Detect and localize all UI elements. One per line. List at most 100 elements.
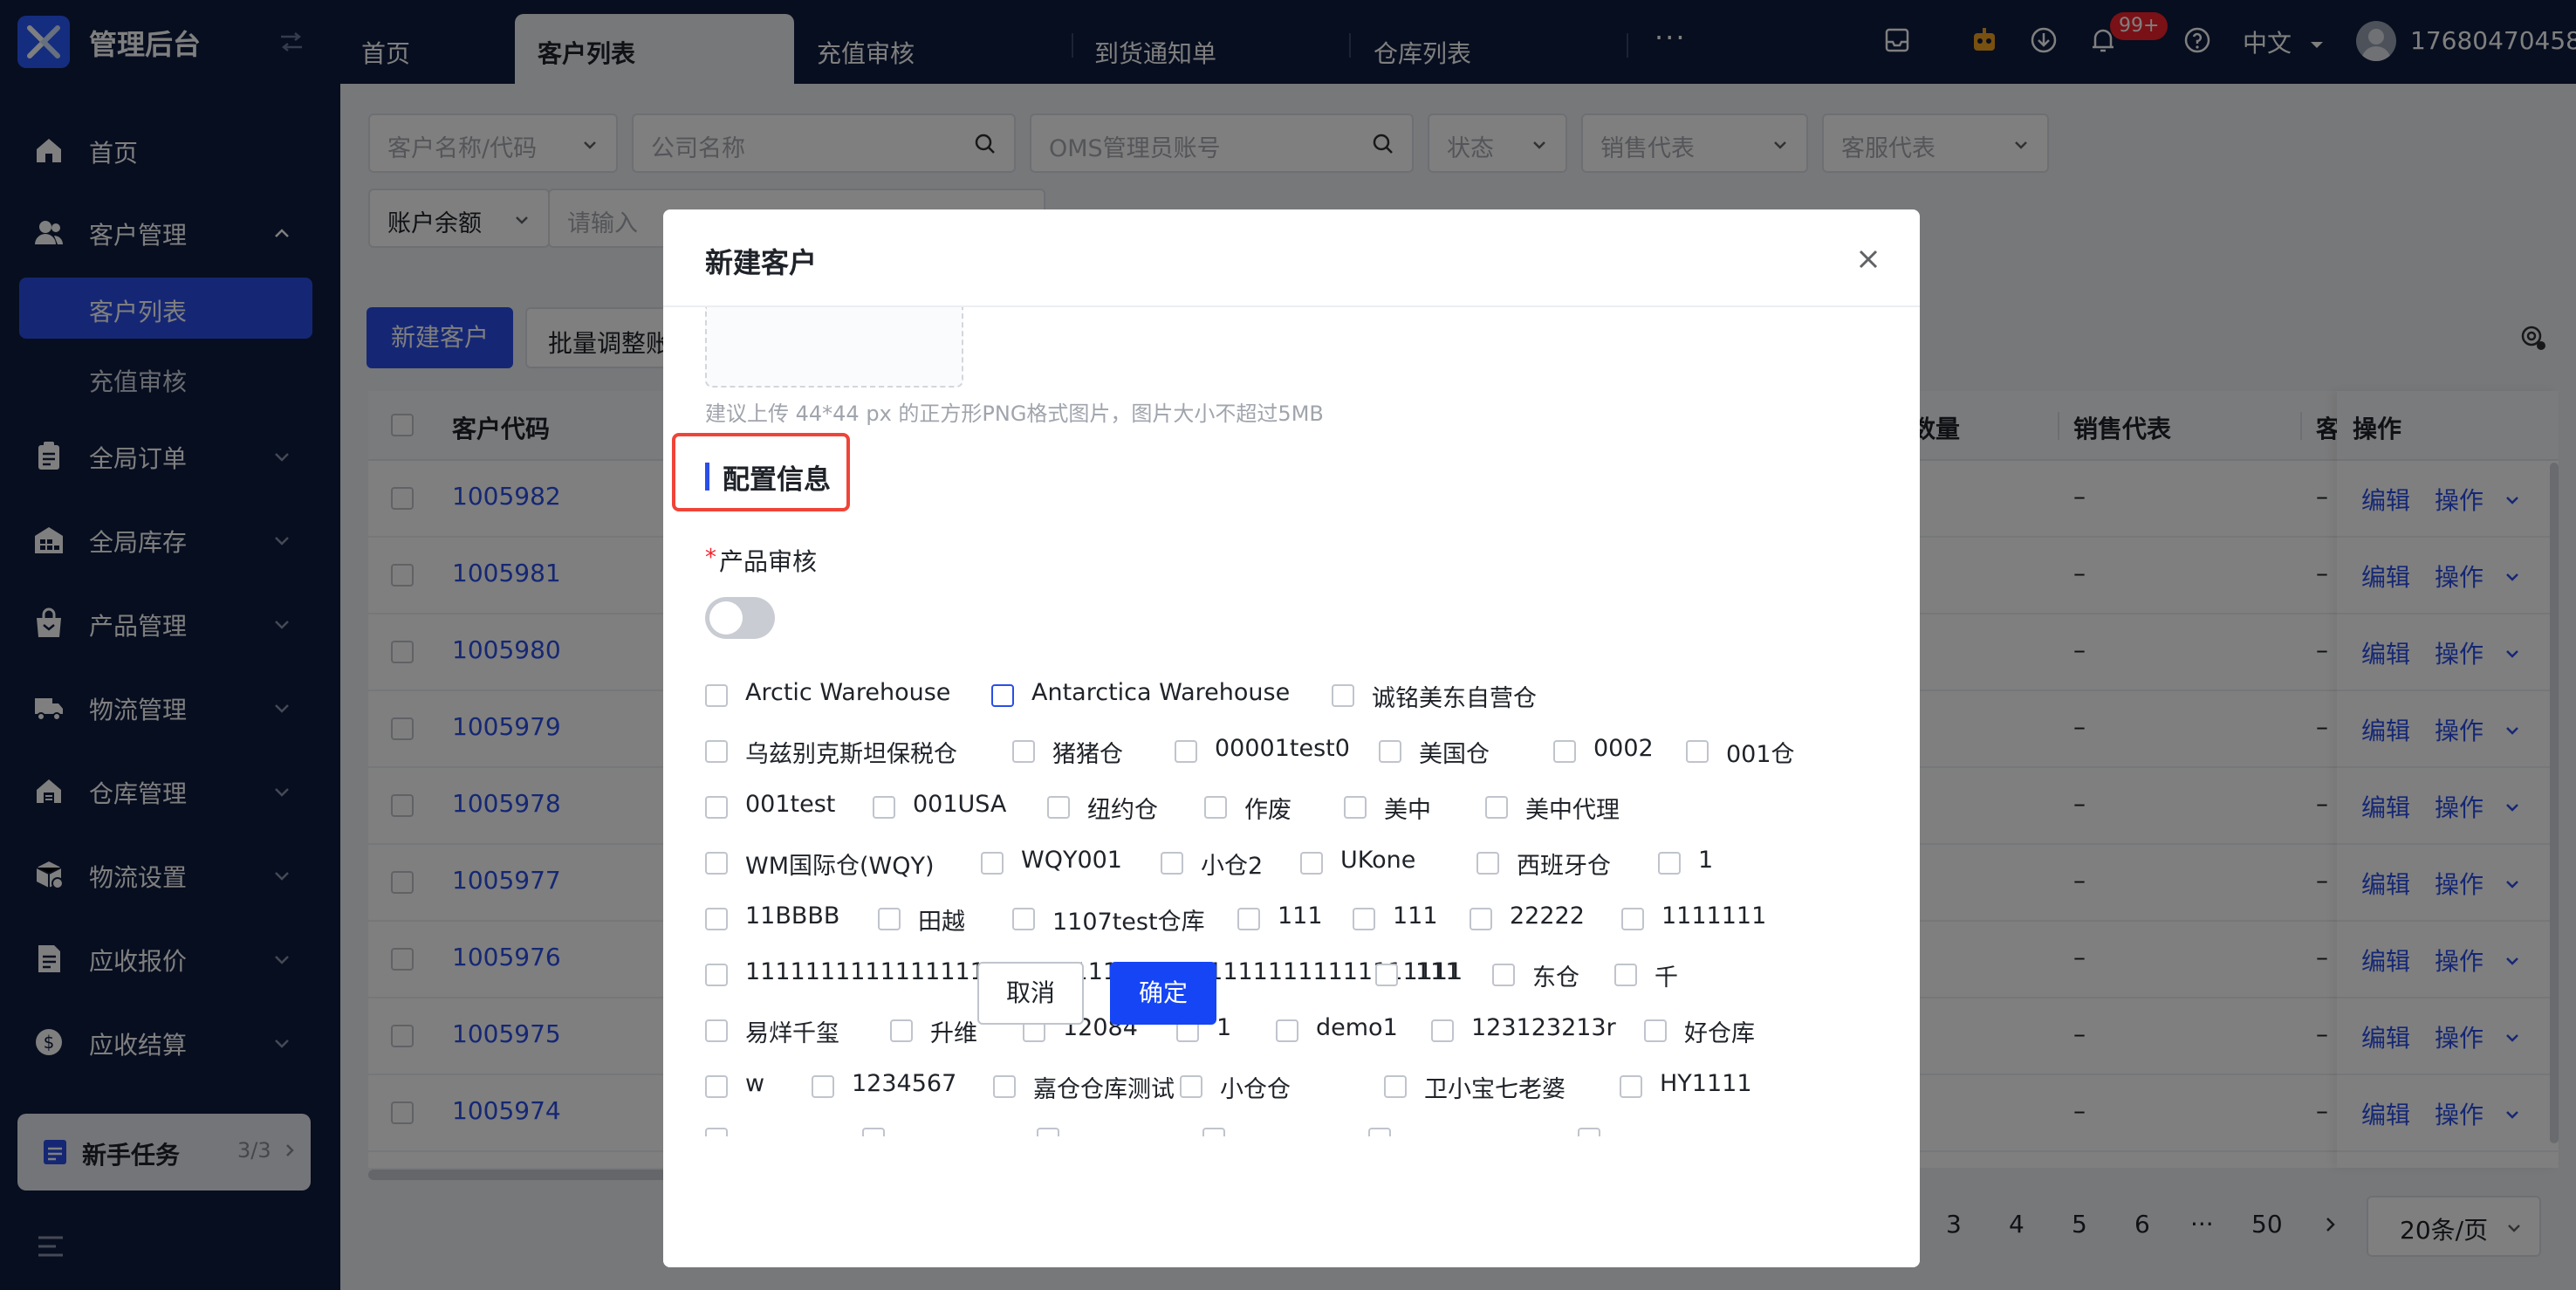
checkbox-box[interactable] [991, 684, 1014, 707]
product-review-label: 产品审核 [719, 547, 818, 576]
checkbox-box[interactable] [705, 908, 728, 930]
warehouse-label: 111 [1415, 958, 1461, 985]
section-accent-bar [705, 463, 709, 491]
logo-upload-area[interactable] [705, 307, 963, 388]
warehouse-label: HY1111 [1660, 1070, 1752, 1097]
confirm-button[interactable]: 确定 [1110, 962, 1216, 1025]
warehouse-label: Arctic Warehouse [745, 679, 951, 706]
warehouse-label: 001仓 [1726, 741, 1795, 768]
checkbox-box[interactable] [705, 852, 728, 875]
checkbox-box[interactable] [1431, 1019, 1454, 1042]
warehouse-label: 00001test0 [1215, 735, 1350, 762]
checkbox-box[interactable] [1012, 908, 1035, 930]
warehouse-label: WM国际仓(WQY) [745, 853, 935, 880]
warehouse-label: Antarctica Warehouse [1031, 679, 1291, 706]
checkbox-box[interactable] [1276, 1019, 1298, 1042]
checkbox-box[interactable] [1686, 740, 1709, 763]
checkbox-box[interactable] [1658, 852, 1681, 875]
warehouse-label: 嘉仓仓库测试 [1033, 1076, 1175, 1103]
checkbox-box[interactable] [981, 852, 1004, 875]
checkbox-box[interactable] [1384, 1075, 1407, 1098]
product-review-toggle[interactable] [705, 597, 775, 639]
warehouse-label: 0002 [1593, 735, 1654, 762]
checkbox-box[interactable] [1204, 796, 1227, 819]
checkbox-box[interactable] [1047, 796, 1070, 819]
warehouse-label: 小仓仓 [1220, 1076, 1291, 1103]
warehouse-label: 小仓2 [1201, 853, 1264, 880]
checkbox-box[interactable] [1012, 740, 1035, 763]
checkbox-box[interactable] [705, 1019, 728, 1042]
warehouse-row-cutoff [705, 1128, 1752, 1136]
dialog-footer [663, 1152, 1920, 1267]
checkbox-box[interactable] [890, 1019, 913, 1042]
warehouse-label: 田越 [918, 909, 965, 936]
checkbox-box[interactable] [705, 796, 728, 819]
dialog-title: 新建客户 [705, 246, 818, 279]
warehouse-label: WQY001 [1021, 847, 1122, 874]
checkbox-box[interactable] [1175, 740, 1197, 763]
checkbox-box[interactable] [1180, 1075, 1202, 1098]
checkbox-box[interactable] [705, 740, 728, 763]
warehouse-label: 猪猪仓 [1052, 741, 1123, 768]
warehouse-label: 001USA [913, 791, 1007, 818]
warehouse-label: 千 [1655, 964, 1678, 992]
warehouse-label: 易烊千玺 [745, 1020, 839, 1047]
warehouse-label: 乌兹别克斯坦保税仓 [745, 741, 957, 768]
checkbox-box[interactable] [1470, 908, 1492, 930]
warehouse-label: 111 [1393, 902, 1438, 930]
checkbox-box[interactable] [1237, 908, 1260, 930]
warehouse-label: 升维 [930, 1020, 977, 1047]
warehouse-label: 卫小宝七老婆 [1424, 1076, 1565, 1103]
warehouse-label: 22222 [1510, 902, 1585, 930]
checkbox-box[interactable] [705, 1075, 728, 1098]
checkbox-box[interactable] [705, 964, 728, 986]
warehouse-label: UKone [1340, 847, 1416, 874]
checkbox-box[interactable] [812, 1075, 834, 1098]
warehouse-label: 美国仓 [1419, 741, 1490, 768]
checkbox-box[interactable] [1492, 964, 1515, 986]
checkbox-box[interactable] [1621, 908, 1644, 930]
warehouse-label: 作废 [1244, 797, 1291, 824]
warehouse-label: 1 [1216, 1014, 1232, 1041]
checkbox-box[interactable] [873, 796, 895, 819]
section-title-config: 配置信息 [723, 464, 831, 496]
warehouse-label: 001test [745, 791, 836, 818]
checkbox-box[interactable] [1379, 740, 1401, 763]
warehouse-label: 1107test仓库 [1052, 909, 1205, 936]
checkbox-box[interactable] [705, 684, 728, 707]
checkbox-box[interactable] [1353, 908, 1375, 930]
warehouse-label: 123123213r [1471, 1014, 1616, 1041]
warehouse-label: 111 [1278, 902, 1323, 930]
checkbox-box[interactable] [1553, 740, 1576, 763]
warehouse-label: 纽约仓 [1087, 797, 1158, 824]
checkbox-box[interactable] [1161, 852, 1183, 875]
checkbox-box[interactable] [993, 1075, 1016, 1098]
warehouse-label: 1111111 [1661, 902, 1767, 930]
checkbox-box[interactable] [1644, 1019, 1667, 1042]
warehouse-label: w [745, 1070, 765, 1097]
toggle-knob [709, 601, 743, 635]
checkbox-box[interactable] [1300, 852, 1323, 875]
close-icon[interactable] [1855, 246, 1881, 272]
checkbox-box[interactable] [1476, 852, 1499, 875]
warehouse-label: 好仓库 [1684, 1020, 1755, 1047]
warehouse-label: 美中 [1384, 797, 1431, 824]
checkbox-box[interactable] [1620, 1075, 1642, 1098]
warehouse-label: demo1 [1316, 1014, 1398, 1041]
warehouse-label: 1234567 [852, 1070, 957, 1097]
warehouse-label: 11BBBB [745, 902, 840, 930]
checkbox-box[interactable] [1344, 796, 1367, 819]
upload-hint: 建议上传 44*44 px 的正方形PNG格式图片，图片大小不超过5MB [705, 401, 1324, 426]
required-asterisk: * [705, 545, 716, 571]
checkbox-box[interactable] [878, 908, 901, 930]
warehouse-label: 东仓 [1532, 964, 1579, 992]
cancel-button[interactable]: 取消 [977, 962, 1084, 1025]
checkbox-box[interactable] [1485, 796, 1508, 819]
checkbox-box[interactable] [1614, 964, 1637, 986]
checkbox-box[interactable] [1375, 964, 1398, 986]
warehouse-label: 1 [1698, 847, 1714, 874]
dialog-header: 新建客户 [663, 209, 1920, 307]
warehouse-label: 西班牙仓 [1517, 853, 1611, 880]
warehouse-label: 美中代理 [1525, 797, 1620, 824]
checkbox-box[interactable] [1332, 684, 1354, 707]
